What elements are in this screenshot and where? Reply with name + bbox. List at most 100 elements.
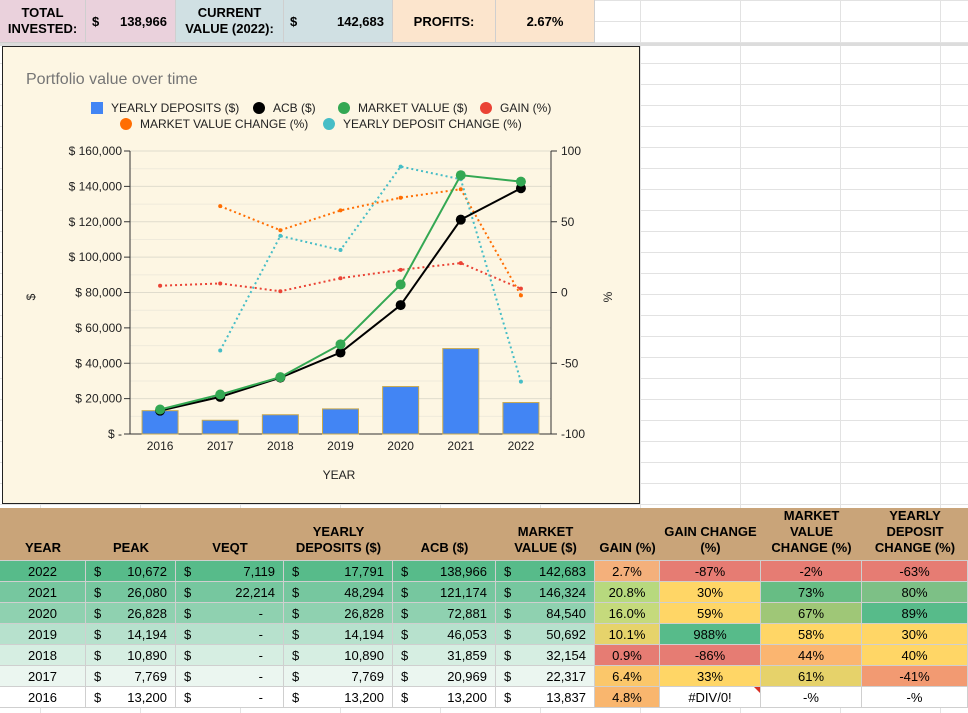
cell-deposits[interactable]: $7,769	[284, 666, 393, 687]
cell-acb[interactable]: $31,859	[393, 645, 496, 666]
point-gain[interactable]	[338, 276, 343, 281]
header-year[interactable]: YEAR	[0, 508, 86, 561]
cell-year[interactable]: 2022	[0, 561, 86, 582]
cell-year[interactable]: 2016	[0, 687, 86, 708]
cell-deposits[interactable]: $10,890	[284, 645, 393, 666]
cell-gain-change[interactable]: -87%	[660, 561, 761, 582]
header-gain-change[interactable]: GAIN CHANGE (%)	[660, 508, 761, 561]
cell-peak[interactable]: $26,080	[86, 582, 176, 603]
cell-veqt[interactable]: $ -	[176, 603, 284, 624]
point-gain[interactable]	[518, 286, 523, 291]
cell-peak[interactable]: $13,200	[86, 687, 176, 708]
point-market-value[interactable]	[215, 389, 226, 400]
cell-gain[interactable]: 4.8%	[595, 687, 660, 708]
point-yearly-deposit-change[interactable]	[398, 164, 403, 169]
cell-gain-change[interactable]: 30%	[660, 582, 761, 603]
cell-peak[interactable]: $10,672	[86, 561, 176, 582]
cell-gain-change[interactable]: -86%	[660, 645, 761, 666]
point-market-value-change[interactable]	[458, 187, 463, 192]
cell-acb[interactable]: $13,200	[393, 687, 496, 708]
error-indicator-icon[interactable]	[754, 687, 760, 693]
point-gain[interactable]	[458, 261, 463, 266]
cell-mv-change[interactable]: 61%	[761, 666, 862, 687]
point-gain[interactable]	[158, 283, 163, 288]
cell-gain-change[interactable]: 59%	[660, 603, 761, 624]
cell-market[interactable]: $22,317	[496, 666, 595, 687]
cell-peak[interactable]: $10,890	[86, 645, 176, 666]
cell-market[interactable]: $84,540	[496, 603, 595, 624]
cell-market[interactable]: $50,692	[496, 624, 595, 645]
point-acb[interactable]	[455, 214, 466, 225]
point-market-value[interactable]	[515, 176, 526, 187]
cell-acb[interactable]: $138,966	[393, 561, 496, 582]
cell-acb[interactable]: $121,174	[393, 582, 496, 603]
cell-acb[interactable]: $20,969	[393, 666, 496, 687]
cell-veqt[interactable]: $ -	[176, 624, 284, 645]
header-peak[interactable]: PEAK	[86, 508, 176, 561]
cell-deposits[interactable]: $17,791	[284, 561, 393, 582]
cell-market[interactable]: $13,837	[496, 687, 595, 708]
point-acb[interactable]	[395, 300, 406, 311]
point-market-value[interactable]	[275, 372, 286, 383]
header-gain[interactable]: GAIN (%)	[595, 508, 660, 561]
total-invested-label[interactable]: TOTAL INVESTED:	[0, 0, 86, 43]
cell-year[interactable]: 2018	[0, 645, 86, 666]
bar-yearly-deposits[interactable]	[201, 419, 239, 435]
point-market-value[interactable]	[335, 339, 346, 350]
header-veqt[interactable]: VEQT	[176, 508, 284, 561]
cell-dep-change[interactable]: 40%	[862, 645, 968, 666]
current-value-label[interactable]: CURRENT VALUE (2022):	[176, 0, 284, 43]
total-invested-cell[interactable]: $ 138,966	[86, 0, 176, 43]
cell-dep-change[interactable]: -41%	[862, 666, 968, 687]
cell-gain[interactable]: 0.9%	[595, 645, 660, 666]
point-yearly-deposit-change[interactable]	[218, 348, 223, 353]
cell-year[interactable]: 2019	[0, 624, 86, 645]
cell-veqt[interactable]: $ -	[176, 645, 284, 666]
cell-mv-change[interactable]: 58%	[761, 624, 862, 645]
point-gain[interactable]	[398, 267, 403, 272]
cell-dep-change[interactable]: 30%	[862, 624, 968, 645]
point-yearly-deposit-change[interactable]	[518, 379, 523, 384]
cell-year[interactable]: 2017	[0, 666, 86, 687]
cell-gain[interactable]: 10.1%	[595, 624, 660, 645]
cell-year[interactable]: 2020	[0, 603, 86, 624]
portfolio-chart[interactable]: Portfolio value over time YEARLY DEPOSIT…	[2, 46, 640, 504]
bar-yearly-deposits[interactable]	[261, 414, 299, 435]
cell-gain[interactable]: 20.8%	[595, 582, 660, 603]
cell-gain-change[interactable]: 33%	[660, 666, 761, 687]
line-market-value-change[interactable]	[219, 188, 522, 296]
bar-yearly-deposits[interactable]	[322, 408, 359, 435]
header-dep-change[interactable]: YEARLY DEPOSIT CHANGE (%)	[862, 508, 968, 561]
bar-yearly-deposits[interactable]	[442, 348, 480, 435]
point-market-value-change[interactable]	[518, 293, 523, 298]
cell-deposits[interactable]: $48,294	[284, 582, 393, 603]
cell-gain[interactable]: 16.0%	[595, 603, 660, 624]
point-market-value-change[interactable]	[398, 195, 403, 200]
cell-veqt[interactable]: $7,119	[176, 561, 284, 582]
current-value-cell[interactable]: $ 142,683	[284, 0, 393, 43]
cell-mv-change[interactable]: 73%	[761, 582, 862, 603]
point-market-value-change[interactable]	[278, 228, 283, 233]
point-gain[interactable]	[278, 289, 283, 294]
cell-veqt[interactable]: $22,214	[176, 582, 284, 603]
cell-dep-change[interactable]: 89%	[862, 603, 968, 624]
header-market[interactable]: MARKET VALUE ($)	[496, 508, 595, 561]
cell-gain-change[interactable]: 988%	[660, 624, 761, 645]
bar-yearly-deposits[interactable]	[382, 386, 420, 435]
cell-gain[interactable]: 2.7%	[595, 561, 660, 582]
cell-peak[interactable]: $7,769	[86, 666, 176, 687]
cell-mv-change[interactable]: 67%	[761, 603, 862, 624]
cell-acb[interactable]: $72,881	[393, 603, 496, 624]
cell-dep-change[interactable]: -63%	[862, 561, 968, 582]
cell-veqt[interactable]: $ -	[176, 687, 284, 708]
cell-deposits[interactable]: $26,828	[284, 603, 393, 624]
profits-label[interactable]: PROFITS:	[393, 0, 496, 43]
point-market-value[interactable]	[455, 170, 466, 181]
header-mv-change[interactable]: MARKET VALUE CHANGE (%)	[761, 508, 862, 561]
point-market-value[interactable]	[395, 279, 406, 290]
cell-deposits[interactable]: $13,200	[284, 687, 393, 708]
point-yearly-deposit-change[interactable]	[338, 248, 343, 253]
cell-peak[interactable]: $14,194	[86, 624, 176, 645]
cell-dep-change[interactable]: -%	[862, 687, 968, 708]
cell-mv-change[interactable]: 44%	[761, 645, 862, 666]
